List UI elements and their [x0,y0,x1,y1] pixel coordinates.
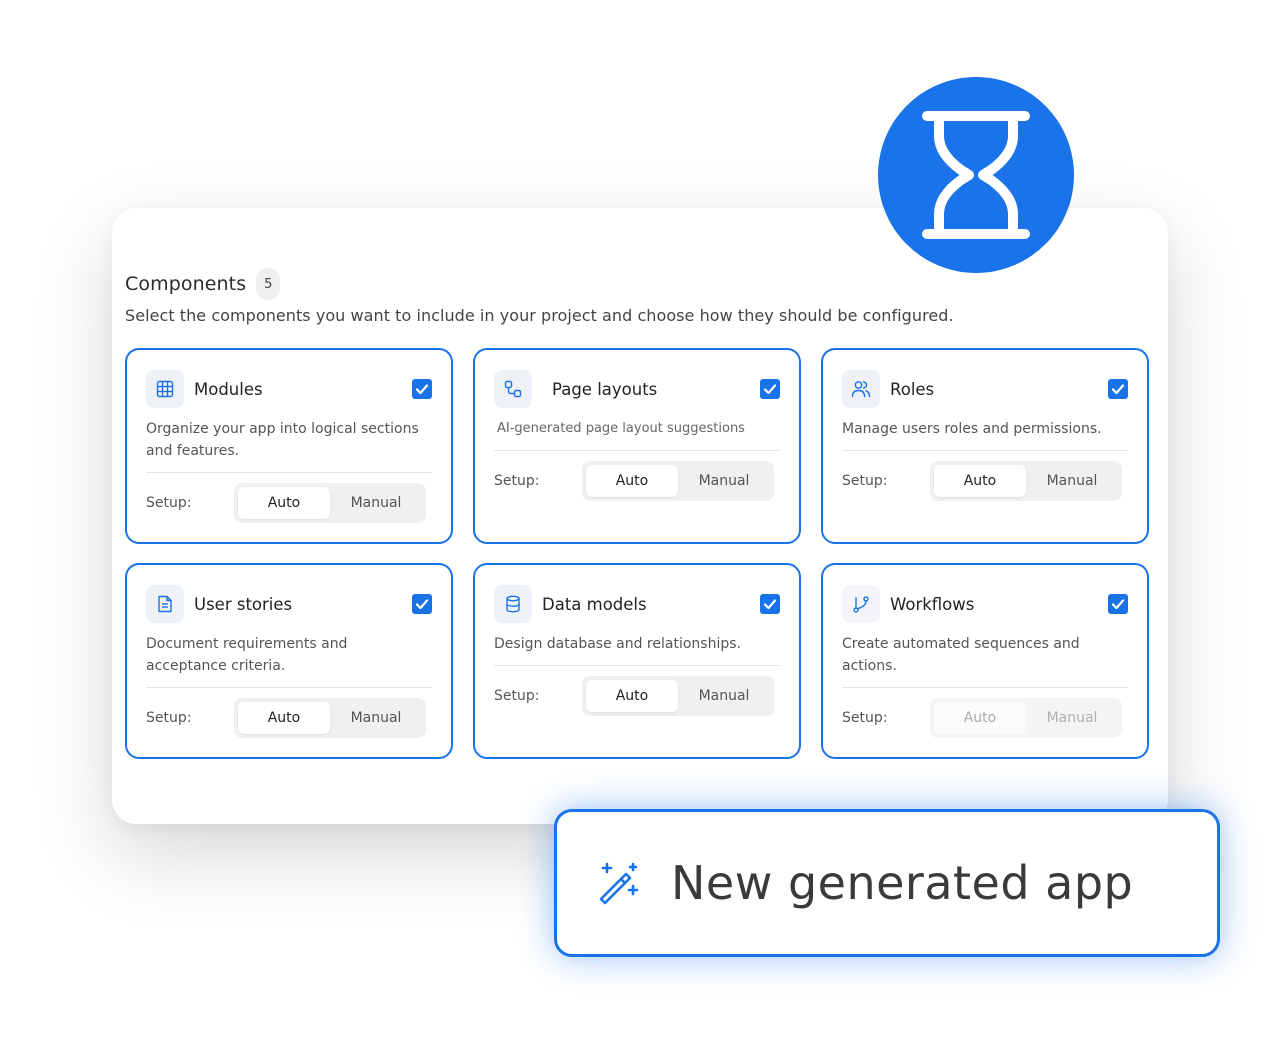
setup-toggle: Auto Manual [582,676,774,716]
setup-auto-option[interactable]: Auto [586,680,678,712]
check-icon [415,384,429,395]
setup-manual-option[interactable]: Manual [330,702,422,734]
include-checkbox[interactable] [1108,379,1128,399]
card-title: Data models [542,594,647,614]
include-checkbox[interactable] [760,594,780,614]
setup-manual-option[interactable]: Manual [1026,465,1118,497]
card-title: Roles [890,379,935,399]
card-title: Workflows [890,594,975,614]
divider [842,687,1128,688]
new-generated-app-button[interactable]: New generated app [554,809,1220,957]
include-checkbox[interactable] [760,379,780,399]
check-icon [763,384,777,395]
check-icon [763,599,777,610]
component-card-roles[interactable]: Roles Manage users roles and permissions… [821,348,1149,544]
check-icon [1111,384,1125,395]
setup-auto-option[interactable]: Auto [586,465,678,497]
card-title: Modules [194,379,263,399]
setup-toggle: Auto Manual [930,698,1122,738]
setup-label: Setup: [842,473,888,489]
divider [494,450,780,451]
divider [146,472,432,473]
hourglass-badge [878,77,1074,273]
component-card-workflows[interactable]: Workflows Create automated sequences and… [821,563,1149,759]
setup-toggle: Auto Manual [930,461,1122,501]
card-description: Document requirements and acceptance cri… [146,636,348,674]
card-title: User stories [194,594,293,614]
setup-auto-option[interactable]: Auto [934,465,1026,497]
component-card-page-layouts[interactable]: Page layouts AI-generated page layout su… [473,348,801,544]
magic-wand-icon [599,862,639,905]
layout-nodes-icon [494,370,532,408]
check-icon [415,599,429,610]
setup-label: Setup: [494,473,540,489]
setup-manual-option[interactable]: Manual [678,465,770,497]
setup-toggle: Auto Manual [234,698,426,738]
card-description: Manage users roles and permissions. [842,421,1102,437]
setup-manual-option: Manual [1046,710,1098,726]
setup-auto-option: Auto [934,702,1026,734]
divider [494,665,780,666]
include-checkbox[interactable] [1108,594,1128,614]
check-icon [1111,599,1125,610]
setup-label: Setup: [146,710,192,726]
card-description: Design database and relationships. [494,636,741,652]
setup-auto-option[interactable]: Auto [238,702,330,734]
component-card-modules[interactable]: Modules Organize your app into logical s… [125,348,453,544]
setup-toggle: Auto Manual [582,461,774,501]
page-subtitle: Select the components you want to includ… [125,306,954,325]
setup-label: Setup: [842,710,888,726]
database-icon [494,585,532,623]
include-checkbox[interactable] [412,379,432,399]
setup-toggle: Auto Manual [234,483,426,523]
include-checkbox[interactable] [412,594,432,614]
cta-label: New generated app [671,856,1134,910]
component-card-user-stories[interactable]: User stories Document requirements and a… [125,563,453,759]
setup-auto-option[interactable]: Auto [238,487,330,519]
setup-manual-option[interactable]: Manual [330,487,422,519]
card-description: Organize your app into logical sections … [146,421,419,459]
divider [146,687,432,688]
table-grid-icon [146,370,184,408]
card-title: Page layouts [552,379,658,399]
count-badge: 5 [256,268,281,300]
setup-label: Setup: [146,495,192,511]
card-description: AI-generated page layout suggestions [497,421,745,436]
users-icon [842,370,880,408]
divider [842,450,1128,451]
page-title: Components [125,273,247,295]
card-description: Create automated sequences and actions. [842,636,1080,674]
stage: Components 5 Select the components you w… [0,0,1280,1058]
workflow-branch-icon [842,585,880,623]
hourglass-icon [922,111,1030,239]
setup-manual-option[interactable]: Manual [678,680,770,712]
setup-label: Setup: [494,688,540,704]
document-icon [146,585,184,623]
components-heading: Components 5 [125,268,281,300]
component-card-data-models[interactable]: Data models Design database and relation… [473,563,801,759]
